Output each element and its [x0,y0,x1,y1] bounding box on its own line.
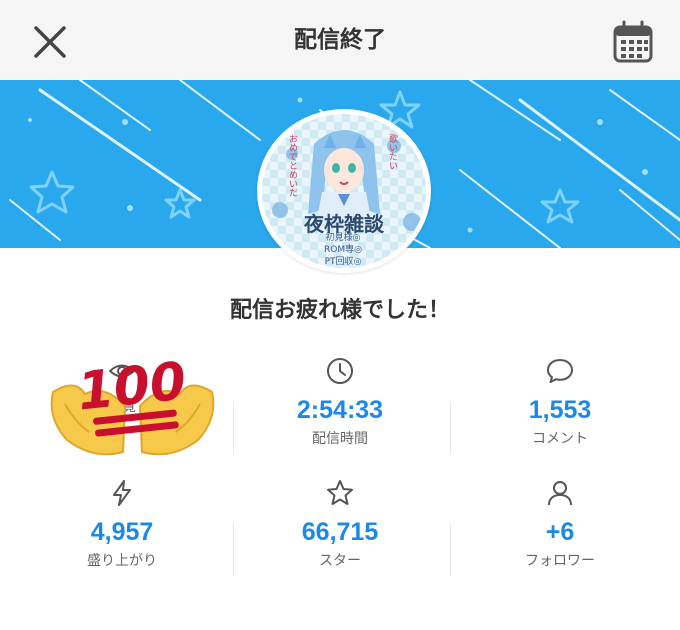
page-title: 配信終了 [294,27,386,53]
calendar-icon[interactable] [612,20,654,64]
avatar-image: 歌いたい おめでとめいだ 夜枠雑談 初見様◎ ROM専◎ PT回収◎ [262,114,426,268]
avatar-side-text-right: 歌いたい [387,134,397,170]
stat-value: 2:54:33 [296,396,384,424]
lightning-icon [113,480,131,506]
stat-label: 盛り上がり [87,553,157,569]
stat-label: コメント [532,431,588,447]
avatar-lines: 初見様◎ ROM専◎ PT回収◎ [298,232,388,268]
avatar[interactable]: 歌いたい おめでとめいだ 夜枠雑談 初見様◎ ROM専◎ PT回収◎ [257,109,431,273]
avatar-line: PT回収◎ [324,257,362,267]
top-bar: 配信終了 [0,0,680,80]
stat-duration: 2:54:33 配信時間 [230,356,450,448]
thanks-message: 配信お疲れ様でした！ [229,298,450,323]
stat-value: 66,715 [301,518,379,546]
star-icon [327,480,353,505]
stat-comments: 1,553 コメント [450,356,670,448]
hundred-points-emoji: 100 [50,351,215,456]
avatar-line: ROM専◎ [324,245,362,255]
stat-followers: +6 フォロワー [450,478,670,570]
stat-value: 4,957 [90,518,154,546]
avatar-side-text-left: おめでとめいだ [287,134,297,197]
stat-label: 配信時間 [312,431,368,447]
stat-value: 1,553 [528,396,592,424]
stat-label: スター [319,553,361,569]
avatar-line: 初見様◎ [325,233,361,243]
stat-excitement: 4,957 盛り上がり [12,478,232,570]
close-icon[interactable] [30,22,70,62]
stat-stars: 66,715 スター [230,478,450,570]
comment-icon [547,359,573,383]
stat-label: フォロワー [525,553,595,569]
stat-value: +6 [545,518,575,546]
clock-icon [327,358,353,384]
person-icon [548,481,572,506]
